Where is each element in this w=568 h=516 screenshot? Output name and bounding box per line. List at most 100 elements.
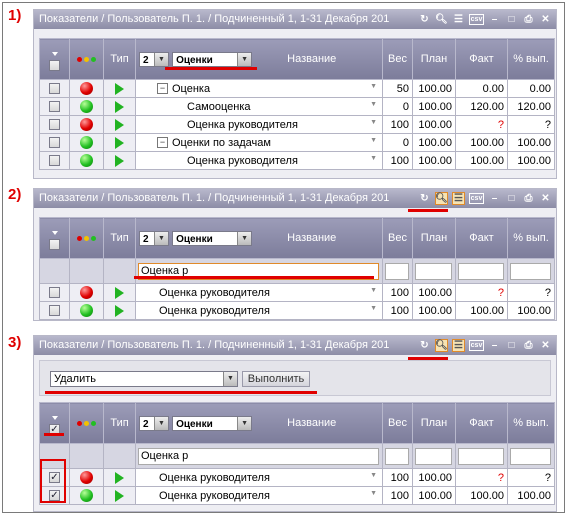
play-icon[interactable] <box>115 136 124 149</box>
group-select[interactable]: Оценки ▼ <box>172 415 253 431</box>
weight-filter-input[interactable] <box>385 262 409 280</box>
level-select[interactable]: 2 ▼ <box>139 51 169 67</box>
chevron-down-icon[interactable]: ▼ <box>370 287 377 294</box>
row-checkbox[interactable] <box>49 155 60 167</box>
row-select-cell[interactable] <box>39 283 70 302</box>
name-cell[interactable]: Оценка руководителя ▼ <box>135 468 383 487</box>
play-icon[interactable] <box>115 118 124 131</box>
type-cell[interactable] <box>103 97 136 116</box>
weight-filter-input[interactable] <box>385 447 409 465</box>
chevron-down-icon[interactable]: ▼ <box>237 416 252 430</box>
fact-cell[interactable]: 0.00 <box>455 79 508 98</box>
level-select[interactable]: 2 ▼ <box>139 415 169 431</box>
close-icon[interactable]: ✕ <box>539 339 552 352</box>
chevron-down-icon[interactable]: ▼ <box>370 137 377 144</box>
name-cell[interactable]: Самооценка ▼ <box>135 97 383 116</box>
collapse-icon[interactable]: − <box>157 83 168 95</box>
refresh-icon[interactable]: ↻ <box>418 192 431 205</box>
type-cell[interactable] <box>103 486 136 505</box>
chevron-down-icon[interactable]: ▼ <box>370 490 377 497</box>
name-cell[interactable]: Оценка руководителя ▼ <box>135 151 383 170</box>
fact-cell[interactable]: 100.00 <box>455 486 508 505</box>
play-icon[interactable] <box>115 100 124 113</box>
play-icon[interactable] <box>115 82 124 95</box>
row-checkbox[interactable] <box>49 287 60 299</box>
search-icon[interactable]: 🔍︎ <box>435 339 448 352</box>
maximize-icon[interactable]: □ <box>505 192 518 205</box>
minimize-icon[interactable]: – <box>488 339 501 352</box>
row-checkbox[interactable] <box>49 119 60 131</box>
fact-cell[interactable]: 100.00 <box>455 151 508 170</box>
group-select[interactable]: Оценки ▼ <box>172 230 253 246</box>
minimize-icon[interactable]: – <box>488 192 501 205</box>
table-row[interactable]: ✓ Оценка руководителя ▼ 100 100.00 100.00 100.… <box>39 486 555 505</box>
fact-cell[interactable]: ? <box>455 283 508 302</box>
name-filter-input[interactable]: Оценка р <box>138 447 379 465</box>
execute-button[interactable]: Выполнить <box>242 371 310 387</box>
table-row[interactable]: Оценка руководителя ▼ 100 100.00?? <box>39 283 555 302</box>
row-select-cell[interactable] <box>39 133 70 152</box>
chevron-down-icon[interactable]: ▼ <box>370 472 377 479</box>
name-cell[interactable]: − Оценки по задачам ▼ <box>135 133 383 152</box>
pct-filter-input[interactable] <box>510 262 551 280</box>
list-icon[interactable]: ☰ <box>452 13 465 26</box>
collapse-icon[interactable]: − <box>157 137 168 149</box>
pct-filter-input[interactable] <box>510 447 551 465</box>
name-cell[interactable]: − Оценка ▼ <box>135 79 383 98</box>
chevron-down-icon[interactable]: ▼ <box>223 372 237 386</box>
select-all-column[interactable] <box>39 38 70 80</box>
type-cell[interactable] <box>103 468 136 487</box>
fact-cell[interactable]: 120.00 <box>455 97 508 116</box>
fact-filter-input[interactable] <box>458 262 504 280</box>
csv-icon[interactable]: csv <box>469 14 484 25</box>
minimize-icon[interactable]: – <box>488 13 501 26</box>
select-all-column[interactable]: ✓ <box>39 402 70 444</box>
row-select-cell[interactable] <box>39 115 70 134</box>
fact-cell[interactable]: 100.00 <box>455 301 508 320</box>
chevron-down-icon[interactable]: ▼ <box>370 83 377 90</box>
select-all-checkbox[interactable] <box>49 59 60 71</box>
plan-filter-input[interactable] <box>415 447 452 465</box>
print-icon[interactable]: ⎙ <box>522 339 535 352</box>
list-icon[interactable]: ☰ <box>452 339 465 352</box>
list-icon[interactable]: ☰ <box>452 192 465 205</box>
level-select[interactable]: 2 ▼ <box>139 230 169 246</box>
search-icon[interactable]: 🔍︎ <box>435 192 448 205</box>
chevron-down-icon[interactable]: ▼ <box>237 231 252 245</box>
row-select-cell[interactable] <box>39 301 70 320</box>
print-icon[interactable]: ⎙ <box>522 13 535 26</box>
row-select-cell[interactable] <box>39 79 70 98</box>
chevron-down-icon[interactable]: ▼ <box>370 155 377 162</box>
fact-cell[interactable]: ? <box>455 468 508 487</box>
maximize-icon[interactable]: □ <box>505 13 518 26</box>
type-cell[interactable] <box>103 151 136 170</box>
fact-cell[interactable]: ? <box>455 115 508 134</box>
select-all-checkbox[interactable] <box>49 238 60 250</box>
type-cell[interactable] <box>103 115 136 134</box>
play-icon[interactable] <box>115 471 124 484</box>
name-cell[interactable]: Оценка руководителя ▼ <box>135 283 383 302</box>
type-cell[interactable] <box>103 133 136 152</box>
table-row[interactable]: Оценка руководителя ▼ 100 100.00 100.00 100.0… <box>39 151 555 170</box>
name-cell[interactable]: Оценка руководителя ▼ <box>135 115 383 134</box>
select-all-column[interactable] <box>39 217 70 259</box>
table-row[interactable]: − Оценки по задачам ▼ 0 100.00 100.00 100.00 <box>39 133 555 152</box>
refresh-icon[interactable]: ↻ <box>418 339 431 352</box>
play-icon[interactable] <box>115 304 124 317</box>
print-icon[interactable]: ⎙ <box>522 192 535 205</box>
fact-cell[interactable]: 100.00 <box>455 133 508 152</box>
close-icon[interactable]: ✕ <box>539 13 552 26</box>
fact-filter-input[interactable] <box>458 447 504 465</box>
table-row[interactable]: Оценка руководителя ▼ 100 100.00?? <box>39 115 555 134</box>
chevron-down-icon[interactable]: ▼ <box>237 52 252 66</box>
table-row[interactable]: − Оценка ▼ 50 100.00 0.00 0.00 <box>39 79 555 98</box>
row-select-cell[interactable] <box>39 151 70 170</box>
type-cell[interactable] <box>103 79 136 98</box>
table-row[interactable]: Самооценка ▼ 0 100.00 120.00 120.00 <box>39 97 555 116</box>
chevron-down-icon[interactable]: ▼ <box>154 52 168 66</box>
row-checkbox[interactable] <box>49 305 60 317</box>
close-icon[interactable]: ✕ <box>539 192 552 205</box>
csv-icon[interactable]: csv <box>469 193 484 204</box>
chevron-down-icon[interactable]: ▼ <box>370 305 377 312</box>
chevron-down-icon[interactable]: ▼ <box>370 101 377 108</box>
